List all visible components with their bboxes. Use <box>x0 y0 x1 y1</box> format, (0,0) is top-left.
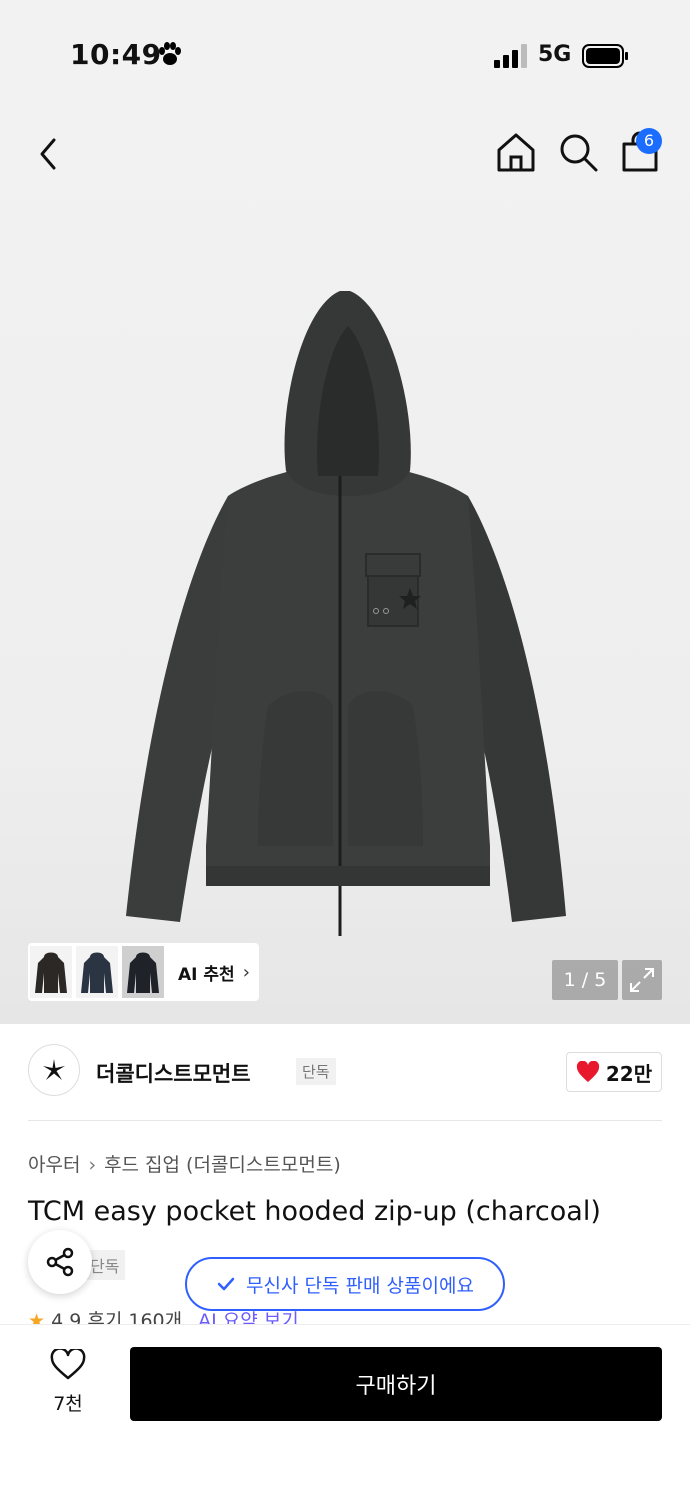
product-image[interactable] <box>118 286 578 936</box>
brand-star-icon <box>43 1059 65 1080</box>
heart-outline-icon <box>50 1347 86 1380</box>
brand-like-button[interactable]: 22만 <box>566 1052 662 1092</box>
breadcrumb: 아우터 › 후드 집업 (더콜디스트모먼트) <box>28 1150 341 1177</box>
share-icon <box>46 1247 74 1277</box>
breadcrumb-subcategory[interactable]: 후드 집업 (더콜디스트모먼트) <box>104 1154 341 1176</box>
hoodie-thumb-icon <box>35 952 67 993</box>
divider <box>28 1120 662 1121</box>
paw-icon <box>159 42 181 65</box>
cart-count-badge: 6 <box>636 128 662 154</box>
recommend-thumb[interactable] <box>30 946 72 998</box>
share-button[interactable] <box>28 1230 92 1294</box>
search-icon[interactable] <box>556 130 600 174</box>
chevron-right-icon: › <box>242 961 250 983</box>
heart-filled-icon <box>576 1061 599 1082</box>
brand-logo[interactable] <box>28 1044 80 1096</box>
signal-icon <box>494 44 527 68</box>
brand-name[interactable]: 더콜디스트모먼트 <box>96 1058 251 1088</box>
home-icon[interactable] <box>494 130 538 174</box>
back-icon[interactable] <box>30 134 70 174</box>
status-bar: 10:49 5G <box>0 0 690 100</box>
ai-recommend-label: AI 추천 <box>178 964 235 985</box>
image-page-indicator: 1 / 5 <box>552 960 618 1000</box>
chevron-right-icon: › <box>88 1154 97 1176</box>
expand-icon[interactable] <box>622 960 662 1000</box>
recommend-thumb[interactable] <box>76 946 118 998</box>
hoodie-thumb-icon <box>127 952 159 993</box>
product-title: TCM easy pocket hooded zip-up (charcoal) <box>28 1196 601 1227</box>
toast-message: 무신사 단독 판매 상품이에요 <box>246 1274 474 1297</box>
product-gallery[interactable]: 6 AI 추천 › 1 / 5 <box>0 100 690 1024</box>
bottom-action-bar: 7천 구매하기 <box>0 1324 690 1500</box>
check-icon <box>217 1277 235 1291</box>
brand-row[interactable]: 더콜디스트모먼트 단독 22만 <box>28 1040 662 1104</box>
status-time: 10:49 <box>70 38 162 71</box>
wishlist-count: 7천 <box>53 1393 83 1415</box>
exclusive-badge: 단독 <box>296 1058 336 1085</box>
network-label: 5G <box>538 42 572 67</box>
recommend-thumb[interactable] <box>122 946 164 998</box>
wishlist-button[interactable]: 7천 <box>40 1347 96 1416</box>
exclusive-toast: 무신사 단독 판매 상품이에요 <box>185 1257 505 1311</box>
hoodie-thumb-icon <box>81 952 113 993</box>
brand-like-count: 22만 <box>605 1061 653 1086</box>
breadcrumb-category[interactable]: 아우터 <box>28 1154 80 1176</box>
ai-recommend-strip[interactable]: AI 추천 › <box>28 943 259 1001</box>
buy-button[interactable]: 구매하기 <box>130 1347 662 1421</box>
battery-icon <box>582 44 628 68</box>
